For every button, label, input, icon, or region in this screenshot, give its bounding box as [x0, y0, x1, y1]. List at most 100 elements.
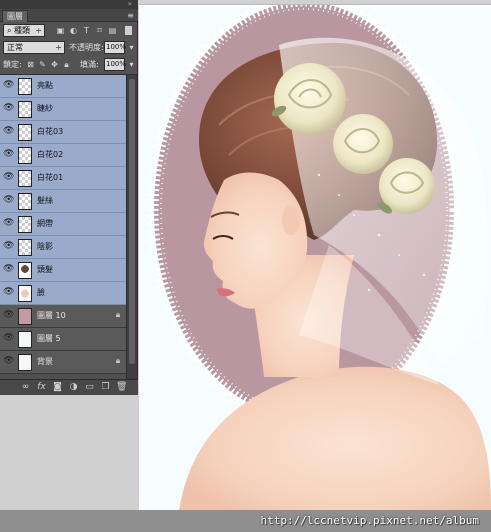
panel-footer: ∞ fx ◙ ◑ ▭ ❐ 🗑︎: [0, 379, 138, 395]
tab-layers[interactable]: 圖層: [2, 10, 28, 22]
layer-name[interactable]: 白花02: [37, 149, 63, 161]
visibility-eye-icon[interactable]: 👁︎: [3, 195, 14, 206]
collapse-icon[interactable]: »: [128, 1, 132, 8]
layer-thumbnail[interactable]: [18, 124, 32, 141]
panel-dock-strip: »: [0, 0, 138, 9]
fill-slider-toggle[interactable]: ▾: [127, 60, 136, 69]
layer-row[interactable]: 👁︎ 頭髮: [0, 259, 126, 282]
layer-name[interactable]: 臉: [37, 287, 45, 299]
layer-name[interactable]: 白花03: [37, 126, 63, 138]
layer-thumbnail[interactable]: [18, 354, 32, 371]
lock-row: 鎖定: ⊠ ✎ ✥ 🔒︎ 填滿: 100% ▾: [0, 57, 138, 73]
fill-input[interactable]: 100%: [104, 58, 126, 71]
visibility-eye-icon[interactable]: 👁︎: [3, 264, 14, 275]
layer-name[interactable]: 背景: [37, 356, 53, 368]
layer-name[interactable]: 亮點: [37, 80, 53, 92]
layer-row[interactable]: 👁︎ 圖層 5: [0, 328, 126, 351]
layer-row[interactable]: 👁︎ 亮點: [0, 75, 126, 98]
layer-row[interactable]: 👁︎ 臉: [0, 282, 126, 305]
layer-name[interactable]: 睫紗: [37, 103, 53, 115]
scrollbar-thumb[interactable]: [129, 79, 135, 364]
layer-name[interactable]: 頭髮: [37, 264, 53, 276]
visibility-eye-icon[interactable]: 👁︎: [3, 356, 14, 367]
visibility-eye-icon[interactable]: 👁︎: [3, 103, 14, 114]
layer-row[interactable]: 👁︎ 網帶: [0, 213, 126, 236]
fill-label: 填滿:: [80, 60, 99, 69]
layer-name[interactable]: 圖層 5: [37, 333, 61, 345]
layer-name[interactable]: 髮絲: [37, 195, 53, 207]
filter-smart-object-icon[interactable]: ▤: [108, 26, 117, 35]
chevron-down-icon: ÷: [35, 26, 42, 35]
mask-icon[interactable]: ◙: [52, 382, 63, 393]
panel-menu-icon[interactable]: ≡: [127, 10, 134, 21]
fx-icon[interactable]: fx: [36, 382, 47, 393]
layer-row[interactable]: 👁︎ 髮絲: [0, 190, 126, 213]
layer-thumbnail[interactable]: [18, 193, 32, 210]
layer-row[interactable]: 👁︎ 白花01: [0, 167, 126, 190]
layers-panel: 圖層 ≡ ⌕ 種類 ÷ ▣ ◐ T ⌑ ▤ 正常 ÷ 不透明度: 100% ▾ 鎖定…: [0, 9, 138, 395]
visibility-eye-icon[interactable]: 👁︎: [3, 172, 14, 183]
group-icon[interactable]: ▭: [84, 382, 95, 393]
watermark-url: http://lccnetvip.pixnet.net/album: [260, 514, 479, 527]
layer-thumbnail[interactable]: [18, 308, 32, 325]
visibility-eye-icon[interactable]: 👁︎: [3, 80, 14, 91]
artwork: [146, 5, 491, 510]
blend-mode-value: 正常: [7, 43, 23, 52]
layer-thumbnail[interactable]: [18, 285, 32, 302]
visibility-eye-icon[interactable]: 👁︎: [3, 241, 14, 252]
status-bar: http://lccnetvip.pixnet.net/album: [0, 510, 491, 532]
layer-row[interactable]: 👁︎ 陰影: [0, 236, 126, 259]
rose-2: [333, 114, 393, 174]
chevron-down-icon: ÷: [55, 43, 62, 52]
blend-mode-select[interactable]: 正常 ÷: [3, 41, 65, 54]
layer-thumbnail[interactable]: [18, 216, 32, 233]
layer-row[interactable]: 👁︎ 白花02: [0, 144, 126, 167]
visibility-eye-icon[interactable]: 👁︎: [3, 149, 14, 160]
visibility-eye-icon[interactable]: 👁︎: [3, 333, 14, 344]
layer-thumbnail[interactable]: [18, 262, 32, 279]
filter-pixel-icon[interactable]: ▣: [56, 26, 65, 35]
layer-name[interactable]: 白花01: [37, 172, 63, 184]
filter-type-icon[interactable]: T: [82, 26, 91, 35]
layer-row[interactable]: 👁︎ 圖層 10 🔒︎: [0, 305, 126, 328]
document-canvas[interactable]: [139, 4, 491, 510]
layer-thumbnail[interactable]: [18, 78, 32, 95]
new-layer-icon[interactable]: ❐: [100, 382, 111, 393]
filter-adjustment-icon[interactable]: ◐: [69, 26, 78, 35]
shoulders: [179, 366, 491, 510]
layer-row[interactable]: 👁︎ 睫紗: [0, 98, 126, 121]
lock-all-icon[interactable]: 🔒︎: [62, 60, 71, 69]
layer-thumbnail[interactable]: [18, 170, 32, 187]
panel-tab-bar: 圖層 ≡: [0, 9, 138, 22]
layer-lock-icon: 🔒︎: [115, 356, 121, 365]
photoshop-window: » 圖層 ≡ ⌕ 種類 ÷ ▣ ◐ T ⌑ ▤ 正常 ÷ 不透明度: 100% ▾: [0, 0, 491, 532]
layer-thumbnail[interactable]: [18, 147, 32, 164]
visibility-eye-icon[interactable]: 👁︎: [3, 126, 14, 137]
visibility-eye-icon[interactable]: 👁︎: [3, 310, 14, 321]
layer-thumbnail[interactable]: [18, 239, 32, 256]
lock-transparent-icon[interactable]: ⊠: [26, 60, 35, 69]
adjustment-icon[interactable]: ◑: [68, 382, 79, 393]
trash-icon[interactable]: 🗑︎: [116, 382, 127, 393]
lock-position-icon[interactable]: ✥: [50, 60, 59, 69]
lock-paint-icon[interactable]: ✎: [38, 60, 47, 69]
ear: [282, 205, 300, 235]
layers-scrollbar[interactable]: [126, 75, 137, 379]
visibility-eye-icon[interactable]: 👁︎: [3, 218, 14, 229]
layer-thumbnail[interactable]: [18, 331, 32, 348]
layer-thumbnail[interactable]: [18, 101, 32, 118]
layer-name[interactable]: 陰影: [37, 241, 53, 253]
link-icon[interactable]: ∞: [20, 382, 31, 393]
visibility-eye-icon[interactable]: 👁︎: [3, 287, 14, 298]
layer-row[interactable]: 👁︎ 白花03: [0, 121, 126, 144]
layer-name[interactable]: 圖層 10: [37, 310, 66, 322]
filter-shape-icon[interactable]: ⌑: [95, 26, 104, 35]
rose-1: [274, 63, 346, 135]
layers-list: 👁︎ 亮點 👁︎ 睫紗 👁︎ 白花03 👁︎ 白花02 👁︎ 白花01 👁︎ 髮絲 👁︎ 網帶 👁︎ 陰影 👁︎…: [0, 75, 126, 379]
opacity-input[interactable]: 100%: [104, 41, 126, 54]
layer-name[interactable]: 網帶: [37, 218, 53, 230]
filter-kind-select[interactable]: ⌕ 種類 ÷: [3, 24, 45, 37]
layer-row[interactable]: 👁︎ 背景 🔒︎: [0, 351, 126, 374]
filter-toggle[interactable]: [125, 26, 132, 35]
opacity-slider-toggle[interactable]: ▾: [127, 43, 136, 52]
